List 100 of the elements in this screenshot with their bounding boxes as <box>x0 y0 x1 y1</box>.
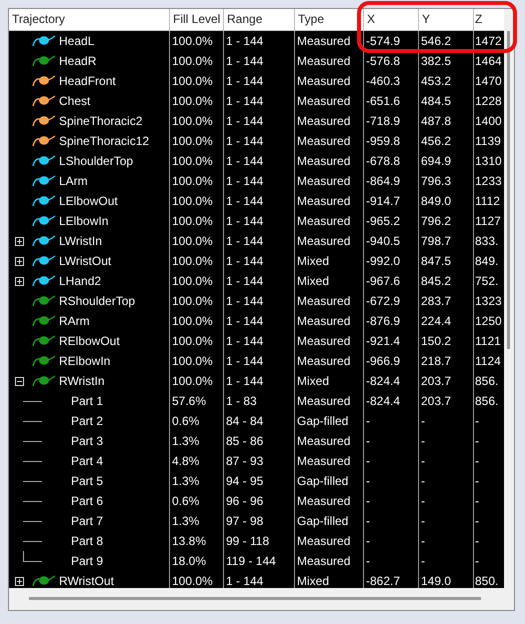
trajectory-name[interactable]: RElbowOut <box>59 331 120 351</box>
column-header[interactable]: Trajectory <box>9 9 170 30</box>
trajectory-name[interactable]: RWristOut <box>59 571 114 591</box>
column-header[interactable]: Z <box>474 9 505 30</box>
part-name[interactable]: Part 5 <box>71 471 104 491</box>
table-cell: Measured <box>295 91 364 111</box>
table-cell-text: - <box>474 513 480 530</box>
table-cell: 382.5 <box>419 51 474 71</box>
table-cell: Measured <box>295 111 364 131</box>
table-cell: Measured <box>295 71 364 91</box>
table-cell: 18.0% <box>170 551 224 571</box>
expand-icon[interactable] <box>15 256 24 266</box>
table-cell: 1 - 144 <box>224 211 295 231</box>
table-cell: Measured <box>295 51 364 71</box>
column-header[interactable]: Range <box>224 9 295 30</box>
table-cell: 1 - 144 <box>224 51 295 71</box>
table-cell: 1 - 144 <box>224 311 295 331</box>
tree-connector-icon <box>23 480 42 482</box>
trajectory-name[interactable]: RShoulderTop <box>59 291 136 311</box>
table-cell: 487.8 <box>419 111 474 131</box>
table-cell-text: 1310 <box>474 153 503 170</box>
trajectory-name[interactable]: LArm <box>59 171 88 191</box>
part-name[interactable]: Part 8 <box>71 531 104 551</box>
expand-icon[interactable] <box>15 276 24 286</box>
tree-connector-icon <box>23 420 42 422</box>
table-cell: 484.5 <box>419 91 474 111</box>
table-cell-text: 1250 <box>474 313 503 330</box>
table-cell: - <box>364 531 419 551</box>
trajectory-name[interactable]: HeadFront <box>59 71 116 91</box>
table-cell: 1 - 144 <box>224 31 295 51</box>
column-header[interactable]: Fill Level <box>170 9 224 30</box>
part-name[interactable]: Part 1 <box>71 391 104 411</box>
table-cell: Measured <box>295 151 364 171</box>
trajectory-name[interactable]: RArm <box>59 311 90 331</box>
part-name[interactable]: Part 6 <box>71 491 104 511</box>
table-cell: 849.0 <box>419 191 474 211</box>
table-cell-text: - <box>474 473 480 490</box>
expand-icon[interactable] <box>15 576 24 586</box>
table-cell: 694.9 <box>419 151 474 171</box>
table-cell: 1 - 144 <box>224 271 295 291</box>
scrollbar-thumb[interactable] <box>29 597 481 600</box>
table-cell: - <box>364 551 419 571</box>
table-cell: 796.2 <box>419 211 474 231</box>
expand-icon[interactable] <box>15 236 24 246</box>
table-cell: - <box>419 491 474 511</box>
table-cell: 1 - 144 <box>224 151 295 171</box>
table-cell-text: - <box>474 433 480 450</box>
table-cell: 1.3% <box>170 511 224 531</box>
table-cell: 100.0% <box>170 51 224 71</box>
table-cell: 100.0% <box>170 131 224 151</box>
trajectory-name[interactable]: SpineThoracic2 <box>59 111 142 131</box>
column-header[interactable]: X <box>364 9 419 30</box>
scrollbar-thumb[interactable] <box>507 31 510 349</box>
table-cell: 1.3% <box>170 471 224 491</box>
table-cell: - <box>364 451 419 471</box>
table-cell: 1 - 144 <box>224 91 295 111</box>
table-cell: - <box>419 471 474 491</box>
table-cell: - <box>419 431 474 451</box>
part-name[interactable]: Part 9 <box>71 551 104 571</box>
table-cell: -959.8 <box>364 131 419 151</box>
table-cell: 100.0% <box>170 371 224 391</box>
trajectory-name[interactable]: SpineThoracic12 <box>59 131 150 151</box>
table-cell: Mixed <box>295 251 364 271</box>
table-cell-text: 1400 <box>474 113 503 130</box>
trajectory-name[interactable]: LElbowIn <box>59 211 108 231</box>
part-name[interactable]: Part 4 <box>71 451 104 471</box>
trajectory-name[interactable]: RElbowIn <box>59 351 110 371</box>
table-cell: Measured <box>295 31 364 51</box>
trajectory-name[interactable]: LHand2 <box>59 271 102 291</box>
trajectory-name[interactable]: HeadL <box>59 31 94 51</box>
table-cell: -824.4 <box>364 371 419 391</box>
table-cell: Measured <box>295 351 364 371</box>
trajectory-name[interactable]: HeadR <box>59 51 96 71</box>
trajectory-name[interactable]: LElbowOut <box>59 191 118 211</box>
table-cell-text: 833. <box>474 233 500 250</box>
table-cell-text: 1228 <box>474 93 503 110</box>
table-cell: 1 - 144 <box>224 111 295 131</box>
tree-connector-icon <box>23 460 42 462</box>
table-cell: - <box>419 531 474 551</box>
table-cell: 203.7 <box>419 391 474 411</box>
table-cell: 87 - 93 <box>224 451 295 471</box>
trajectory-name[interactable]: LShoulderTop <box>59 151 134 171</box>
part-name[interactable]: Part 3 <box>71 431 104 451</box>
table-cell: 798.7 <box>419 231 474 251</box>
table-cell-text: 1464 <box>474 53 503 70</box>
trajectory-name[interactable]: Chest <box>59 91 90 111</box>
tree-connector-icon <box>23 520 42 522</box>
part-name[interactable]: Part 2 <box>71 411 104 431</box>
table-cell: - <box>364 411 419 431</box>
part-name[interactable]: Part 7 <box>71 511 104 531</box>
column-header[interactable]: Y <box>419 9 474 30</box>
table-cell: 100.0% <box>170 231 224 251</box>
table-cell-text: - <box>474 413 480 430</box>
table-cell: Measured <box>295 551 364 571</box>
trajectory-name[interactable]: LWristIn <box>59 231 102 251</box>
collapse-icon[interactable] <box>15 376 24 386</box>
trajectory-name[interactable]: RWristIn <box>59 371 105 391</box>
trajectory-name[interactable]: LWristOut <box>59 251 112 271</box>
column-header[interactable]: Type <box>295 9 364 30</box>
table-cell: - <box>364 511 419 531</box>
